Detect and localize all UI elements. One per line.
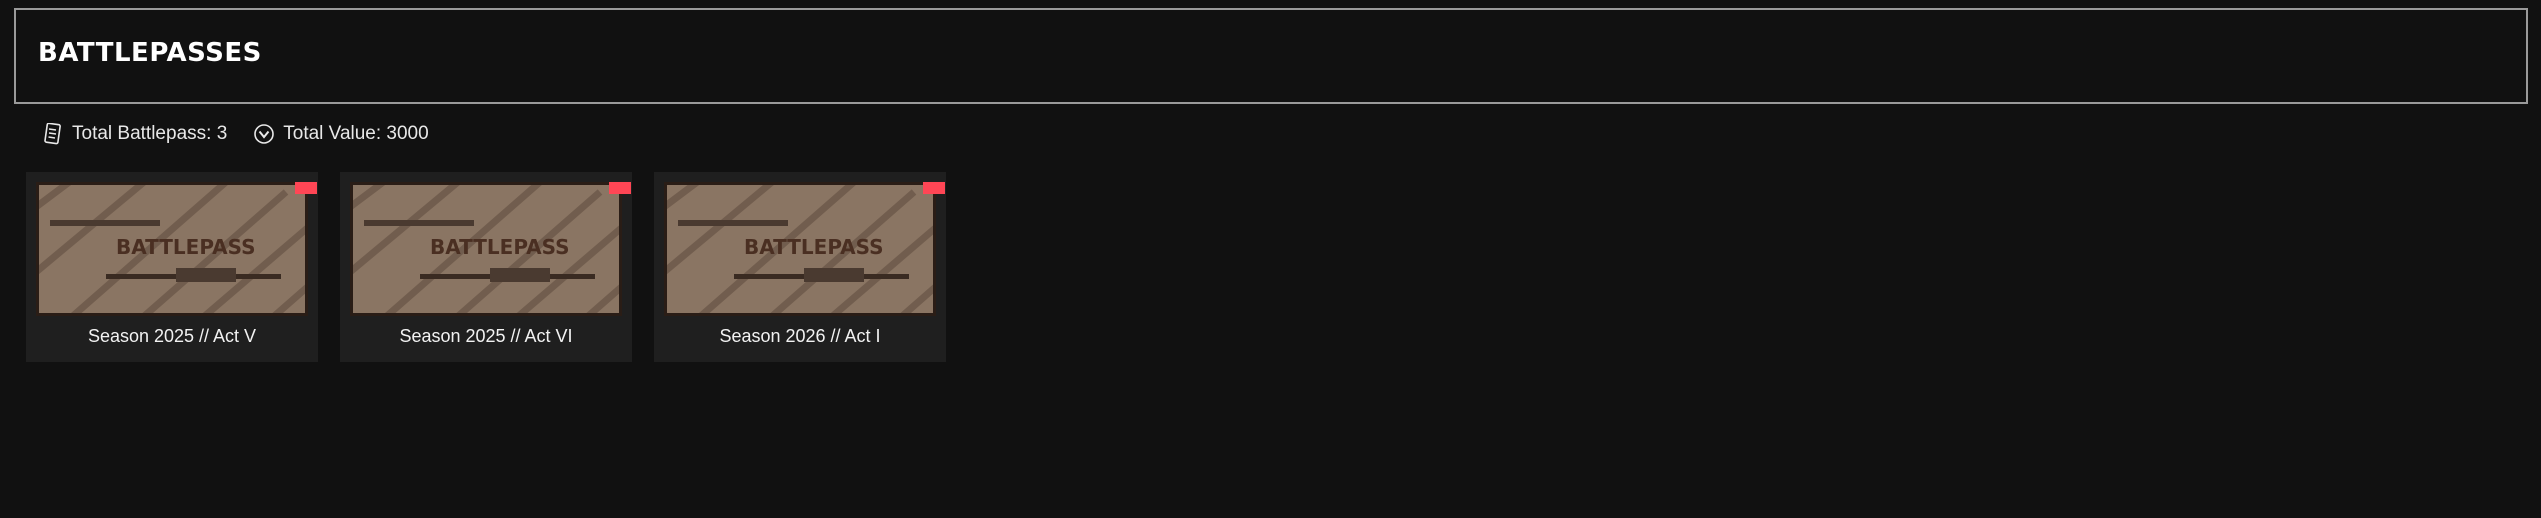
owned-flag [295,182,317,194]
battlepass-card[interactable]: BATTLEPASS Season 2025 // Act VI [340,172,632,362]
thumbnail-text: BATTLEPASS [744,235,884,259]
battlepass-list: BATTLEPASS Season 2025 // Act V BATTLEPA… [26,172,968,362]
battlepass-card[interactable]: BATTLEPASS Season 2025 // Act V [26,172,318,362]
radianite-coin-icon [253,123,275,145]
battlepass-thumbnail: BATTLEPASS [664,182,936,316]
total-battlepass-label: Total Battlepass: 3 [72,123,228,144]
owned-flag [609,182,631,194]
thumbnail-text: BATTLEPASS [430,235,570,259]
total-value-label: Total Value: 3000 [283,123,429,144]
page-header: BATTLEPASSES [14,8,2528,104]
thumbnail-text: BATTLEPASS [116,235,256,259]
owned-flag [923,182,945,194]
total-battlepass-stat: Total Battlepass: 3 [42,123,227,145]
page-title: BATTLEPASSES [38,38,262,68]
battlepass-thumbnail: BATTLEPASS [350,182,622,316]
battlepass-name: Season 2026 // Act I [719,326,881,346]
battlepass-card[interactable]: BATTLEPASS Season 2026 // Act I [654,172,946,362]
battlepass-name: Season 2025 // Act V [87,326,257,346]
battlepass-card-icon [42,123,64,145]
battlepass-thumbnail: BATTLEPASS [36,182,308,316]
stats-bar: Total Battlepass: 3 Total Value: 3000 [42,120,455,148]
total-value-stat: Total Value: 3000 [253,123,429,145]
battlepass-name: Season 2025 // Act VI [399,326,573,346]
